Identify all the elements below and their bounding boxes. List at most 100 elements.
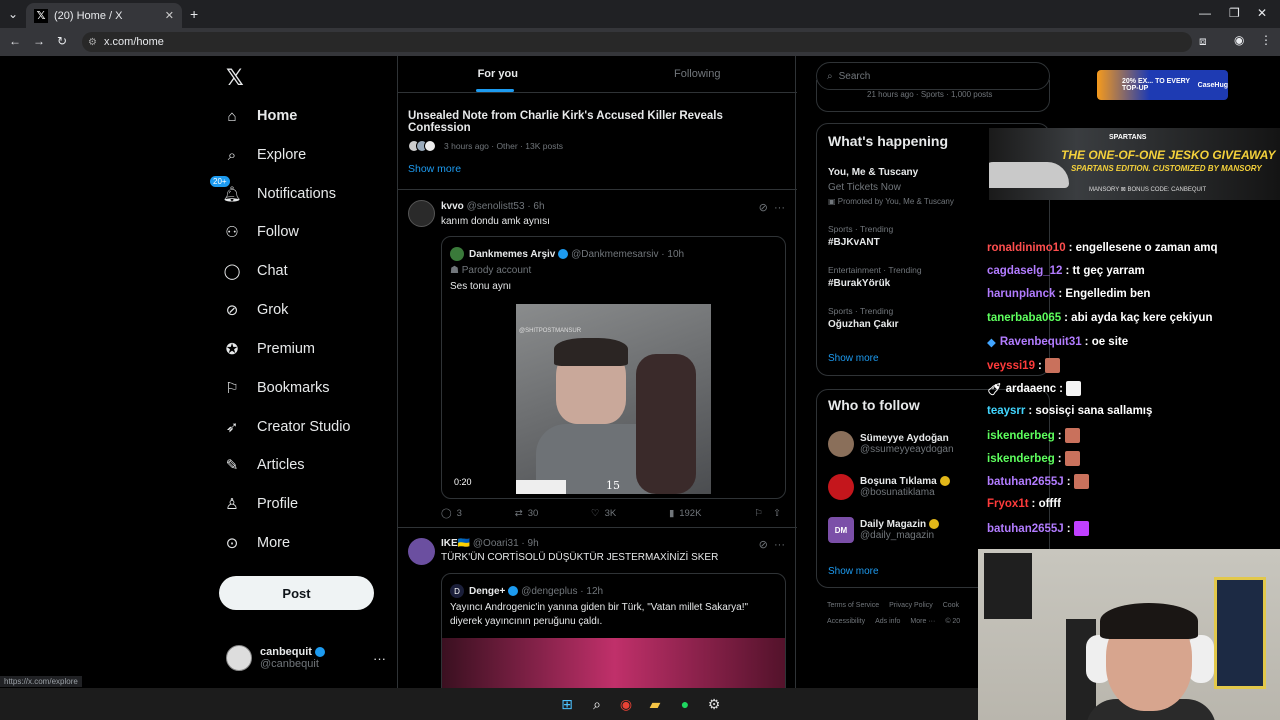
chat-text: : oe site bbox=[1084, 336, 1129, 348]
video-player[interactable]: @SHITPOSTMANSUR 15 bbox=[516, 304, 711, 494]
app-icon[interactable]: ⚙ bbox=[704, 694, 724, 714]
suggestion-name: Daily Magazin bbox=[860, 519, 927, 530]
chat-message: veyssi19: bbox=[987, 358, 1060, 373]
close-window-icon[interactable]: ✕ bbox=[1257, 6, 1267, 20]
chat-user: iskenderbeg bbox=[987, 429, 1055, 442]
tweet[interactable]: IKE🇺🇦 @Ooari31 · 9h ⊘ ··· TÜRK'ÜN CORTİS… bbox=[398, 528, 797, 688]
chat-message: ronaldinimo10: engellesene o zaman amq bbox=[987, 242, 1218, 254]
minimize-icon[interactable]: — bbox=[1199, 6, 1211, 20]
nav-articles[interactable]: ✎ Articles bbox=[222, 450, 305, 480]
video-timestamp: 0:20 bbox=[454, 477, 472, 487]
account-switcher[interactable]: canbequit @canbequit ··· bbox=[226, 642, 386, 674]
browser-tab[interactable]: 𝕏 (20) Home / X ✕ bbox=[26, 3, 182, 28]
show-more-link[interactable]: Show more bbox=[408, 163, 461, 175]
browser-menu-icon[interactable]: ⋮ bbox=[1260, 33, 1272, 47]
nav-follow[interactable]: ⚇ Follow bbox=[222, 217, 299, 247]
ad-banner: 20% EX... TO EVERY TOP-UP CaseHug bbox=[1097, 70, 1228, 100]
nav-home[interactable]: ⌂ Home bbox=[222, 101, 297, 131]
reload-icon[interactable]: ↻ bbox=[57, 34, 67, 48]
follow-suggestion[interactable]: Boşuna Tıklama @bosunatiklama bbox=[828, 474, 950, 500]
suggestion-handle: @bosunatiklama bbox=[860, 487, 935, 498]
footer-link[interactable]: Cook bbox=[943, 602, 959, 609]
repost-count: 30 bbox=[527, 508, 539, 519]
search-icon[interactable]: ⌕ bbox=[587, 694, 607, 714]
trend-name: Oğuzhan Çakır bbox=[828, 319, 899, 330]
views-button[interactable]: ▮ 192K bbox=[669, 508, 701, 519]
news-item[interactable]: Unsealed Note from Charlie Kirk's Accuse… bbox=[408, 110, 788, 152]
new-tab-button[interactable]: + bbox=[190, 6, 198, 22]
nav-grok[interactable]: ⊘ Grok bbox=[222, 295, 289, 325]
windows-start-icon[interactable]: ⊞ bbox=[557, 694, 577, 714]
address-bar[interactable]: ⚙ x.com/home bbox=[82, 32, 1192, 52]
chat-emote-icon bbox=[1065, 381, 1081, 396]
chat-icon: ◯ bbox=[223, 263, 241, 280]
nav-premium[interactable]: ✪ Premium bbox=[222, 334, 315, 364]
chat-text: : bbox=[1066, 522, 1071, 535]
chat-user: Ravenbequit31 bbox=[999, 336, 1082, 348]
spotify-icon[interactable]: ● bbox=[675, 694, 695, 714]
chrome-icon[interactable]: ◉ bbox=[616, 694, 636, 714]
like-button[interactable]: ♡ 3K bbox=[591, 508, 616, 519]
nav-follow-label: Follow bbox=[257, 224, 299, 240]
post-button[interactable]: Post bbox=[219, 576, 374, 610]
nav-notifications[interactable]: 🔔︎ 20+ Notifications bbox=[210, 176, 336, 209]
follow-suggestion[interactable]: DM Daily Magazin @daily_magazin bbox=[828, 517, 940, 543]
avatar bbox=[828, 474, 854, 500]
nav-profile[interactable]: ♙ Profile bbox=[222, 489, 298, 519]
trend-item[interactable]: Entertainment · Trending #BurakYörük bbox=[828, 265, 922, 289]
quoted-tweet[interactable]: Dankmemes Arşiv @Dankmemesarsiv · 10h ☗ … bbox=[441, 236, 786, 499]
restore-icon[interactable]: ❐ bbox=[1229, 6, 1240, 20]
show-more-link[interactable]: Show more bbox=[828, 353, 879, 364]
x-logo-icon[interactable]: 𝕏 bbox=[226, 65, 244, 91]
close-tab-icon[interactable]: ✕ bbox=[165, 9, 174, 22]
grok-icon[interactable]: ⊘ bbox=[759, 539, 768, 551]
quote-media[interactable] bbox=[442, 638, 785, 688]
footer-link[interactable]: Accessibility bbox=[827, 618, 865, 625]
promo-title[interactable]: You, Me & Tuscany bbox=[828, 167, 918, 178]
tweet-extra-actions: ⚐ ⇧ bbox=[754, 508, 786, 519]
trend-item[interactable]: Sports · Trending Oğuzhan Çakır bbox=[828, 306, 899, 330]
footer-link: © 20 bbox=[945, 618, 961, 625]
more-icon[interactable]: ··· bbox=[774, 539, 785, 551]
footer-link[interactable]: Ads info bbox=[875, 618, 900, 625]
file-explorer-icon[interactable]: ▰ bbox=[645, 694, 665, 714]
like-count: 3K bbox=[604, 508, 617, 519]
share-icon[interactable]: ⇧ bbox=[773, 508, 781, 519]
account-more-icon[interactable]: ··· bbox=[373, 651, 386, 666]
avatar bbox=[828, 431, 854, 457]
tab-following[interactable]: Following bbox=[598, 56, 798, 92]
repost-button[interactable]: ⇄ 30 bbox=[515, 508, 539, 519]
back-icon[interactable]: ← bbox=[9, 34, 21, 48]
account-name: canbequit bbox=[260, 646, 312, 658]
profile-avatar-icon[interactable]: ◉ bbox=[1234, 33, 1244, 47]
avatar: D bbox=[450, 584, 464, 598]
reply-button[interactable]: ◯ 3 bbox=[441, 508, 462, 519]
footer-link[interactable]: Terms of Service bbox=[827, 602, 879, 609]
nav-explore[interactable]: ⌕ Explore bbox=[222, 140, 306, 170]
chat-emote-icon bbox=[1073, 474, 1089, 489]
extensions-icon[interactable]: ⧈ bbox=[1199, 34, 1207, 49]
search-input[interactable]: ⌕ Search bbox=[816, 62, 1050, 90]
site-info-icon[interactable]: ⚙ bbox=[88, 37, 97, 48]
follow-suggestion[interactable]: Sümeyye Aydoğan @ssumeyyeaydogan bbox=[828, 431, 954, 457]
tweet[interactable]: kvvo @senolistt53 · 6h ⊘ ··· kanım dondu… bbox=[398, 190, 797, 527]
quoted-tweet[interactable]: D Denge+ @dengeplus · 12h Yayıncı Androge… bbox=[441, 573, 786, 688]
show-more-link[interactable]: Show more bbox=[828, 566, 879, 577]
footer-link[interactable]: More ··· bbox=[910, 618, 935, 625]
grok-icon[interactable]: ⊘ bbox=[759, 202, 768, 214]
chat-text: : bbox=[1057, 452, 1062, 465]
nav-bookmarks[interactable]: ⚐ Bookmarks bbox=[222, 373, 329, 403]
bookmark-icon[interactable]: ⚐ bbox=[754, 508, 763, 519]
tab-for-you[interactable]: For you bbox=[398, 56, 598, 92]
news-headline: Unsealed Note from Charlie Kirk's Accuse… bbox=[408, 110, 723, 134]
nav-chat[interactable]: ◯ Chat bbox=[222, 256, 288, 286]
trend-item[interactable]: Sports · Trending #BJKvANT bbox=[828, 224, 893, 248]
forward-icon[interactable]: → bbox=[33, 34, 45, 48]
footer-link[interactable]: Privacy Policy bbox=[889, 602, 933, 609]
more-icon[interactable]: ··· bbox=[774, 202, 785, 214]
nav-creator-studio[interactable]: ➶ Creator Studio bbox=[222, 412, 351, 442]
tab-search-icon[interactable]: ⌄ bbox=[8, 7, 18, 21]
nav-more[interactable]: ⊙ More bbox=[222, 528, 290, 558]
promo-by: Promoted by You, Me & Tuscany bbox=[837, 197, 954, 206]
home-icon: ⌂ bbox=[227, 107, 237, 125]
